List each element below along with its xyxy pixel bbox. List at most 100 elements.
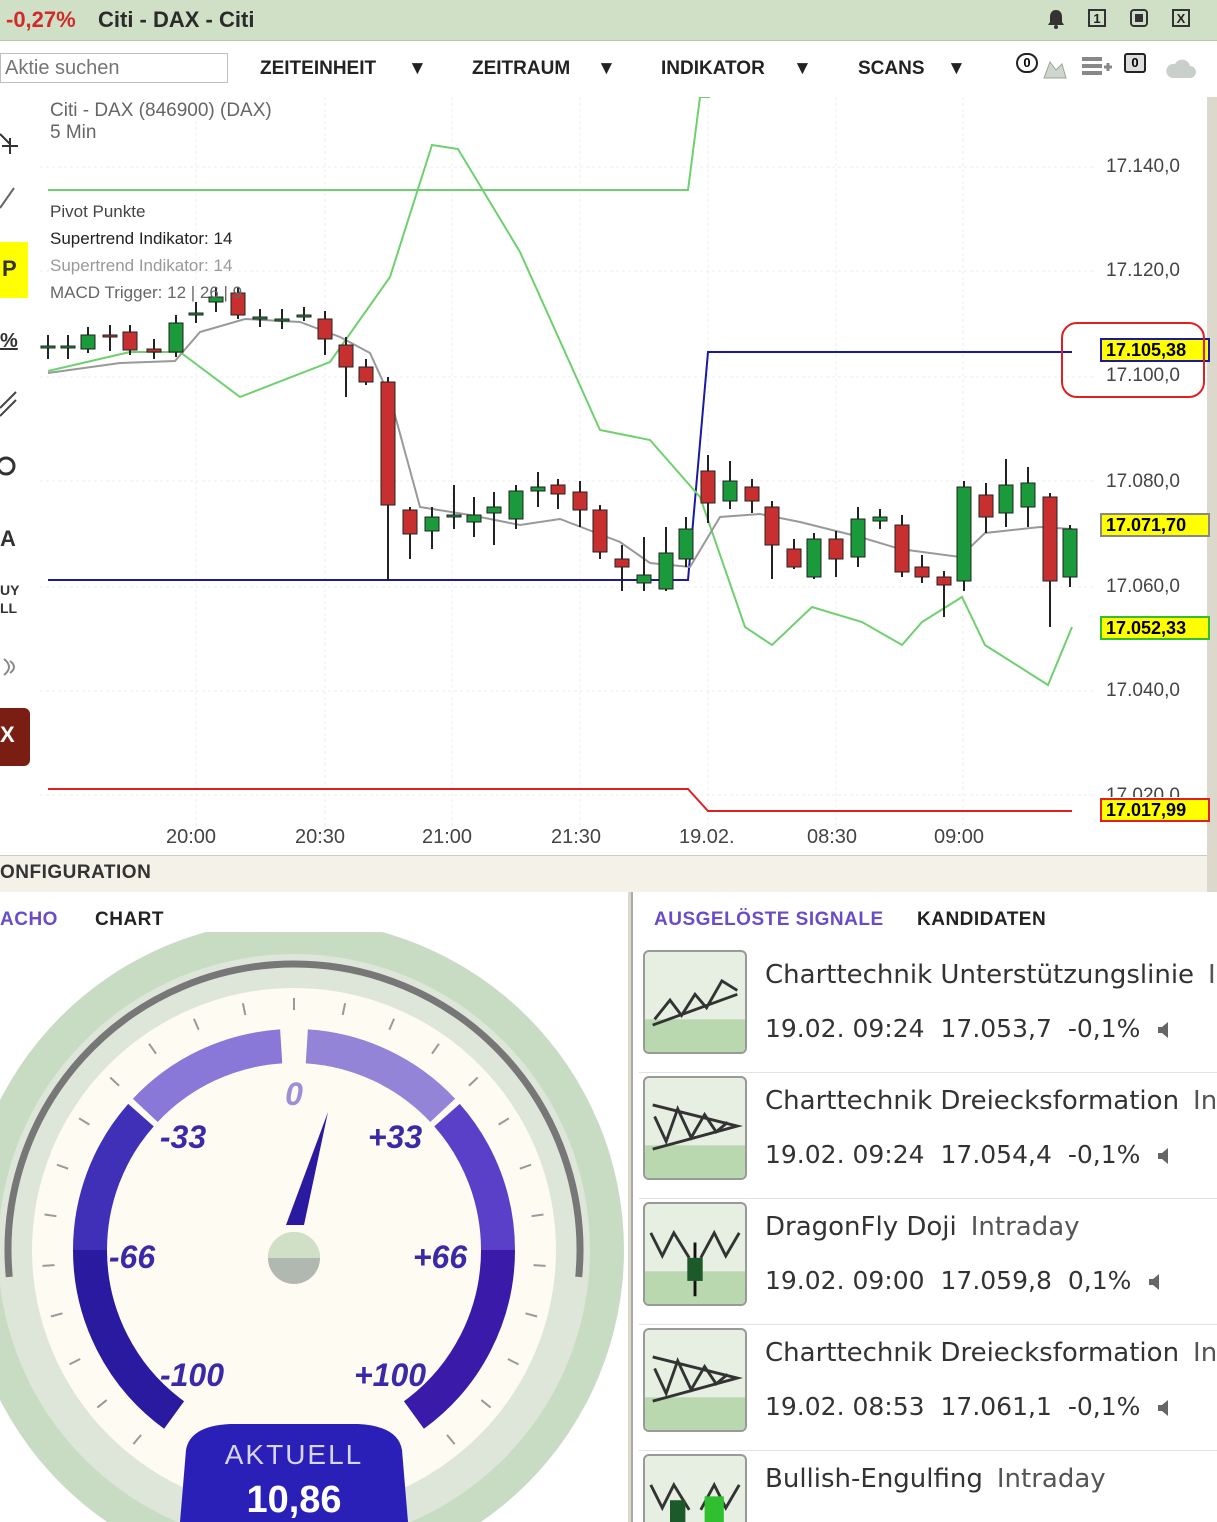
watchlist-icon[interactable] — [1040, 56, 1068, 82]
window-title: Citi - DAX - Citi — [98, 7, 255, 32]
menu-indikator[interactable]: INDIKATOR — [661, 58, 765, 80]
support-line-pattern-icon — [643, 950, 747, 1054]
legend-pivot: Pivot Punkte — [50, 202, 146, 221]
signal-meta: 19.02. 09:24 17.053,7 -0,1% — [765, 1014, 1174, 1043]
chevron-down-icon[interactable]: ▼ — [597, 58, 616, 80]
signal-type: Intraday — [996, 1464, 1106, 1494]
candle-body — [122, 331, 138, 351]
signal-title: DragonFly Doji Intraday — [765, 1212, 1080, 1242]
y-tick: 17.140,0 — [1106, 156, 1180, 177]
cloud-icon[interactable] — [1164, 58, 1196, 80]
menu-zeiteinheit[interactable]: ZEITEINHEIT — [260, 58, 376, 80]
supertrend-price-label: 17.052,33 — [1100, 616, 1210, 640]
signals-panel: AUSGELÖSTE SIGNALE KANDIDATEN Charttechn… — [631, 892, 1217, 1522]
buy-tool[interactable]: UY — [0, 582, 19, 598]
alarm-bell-icon[interactable] — [1045, 8, 1067, 30]
candle-body — [998, 484, 1014, 514]
candle-body — [146, 348, 162, 353]
candle-body — [636, 574, 652, 584]
candle-body — [40, 345, 56, 349]
minimize-button[interactable]: 1 — [1088, 9, 1106, 27]
pivot-tool-button[interactable]: P — [0, 242, 28, 298]
sound-icon[interactable] — [0, 654, 20, 680]
line-tool-icon[interactable] — [0, 186, 16, 210]
price-chart[interactable] — [0, 97, 1207, 855]
add-list-icon[interactable] — [1080, 53, 1112, 81]
gauge-tick — [533, 1264, 546, 1267]
candle-body — [1062, 528, 1078, 578]
chevron-down-icon[interactable]: ▼ — [408, 58, 427, 80]
configuration-bar[interactable]: ONFIGURATION — [0, 855, 1207, 892]
delete-tool-button[interactable]: X — [0, 708, 30, 766]
signal-item[interactable]: DragonFly Doji Intraday 19.02. 09:00 17.059… — [639, 1198, 1217, 1325]
signal-meta: 19.02. 09:24 17.054,4 -0,1% — [765, 1140, 1174, 1169]
signal-title: Bullish-Engulfing Intraday — [765, 1464, 1106, 1494]
sell-tool[interactable]: LL — [0, 600, 17, 616]
price-change: -0,27% — [6, 7, 76, 32]
signal-name: Bullish-Engulfing — [765, 1464, 983, 1494]
x-tick: 09:00 — [934, 826, 985, 848]
speaker-icon[interactable] — [1147, 1272, 1165, 1292]
candle-body — [380, 381, 396, 506]
sentiment-gauge: 0 -33 +33 -66 +66 -100 +100 AKTUELL 10,86 — [0, 932, 628, 1522]
tab-candidates[interactable]: KANDIDATEN — [917, 909, 1046, 931]
parallel-lines-icon[interactable] — [0, 388, 18, 418]
candle-body — [274, 318, 290, 322]
signal-type: In — [1208, 960, 1217, 990]
signal-price: 17.054,4 — [940, 1140, 1052, 1169]
alarm-count-badge[interactable]: 0 — [1016, 53, 1038, 73]
tab-tacho[interactable]: ACHO — [0, 909, 58, 931]
signal-item[interactable]: Bullish-Engulfing Intraday — [639, 1450, 1217, 1522]
candle-body — [894, 524, 910, 573]
speaker-icon[interactable] — [1156, 1398, 1174, 1418]
percent-tool[interactable]: % — [0, 330, 18, 353]
candle-body — [806, 538, 822, 578]
menu-zeitraum[interactable]: ZEITRAUM — [472, 58, 570, 80]
candle-body — [1020, 482, 1036, 508]
candle-body — [80, 334, 96, 350]
candle-body — [358, 366, 374, 383]
candle-body — [592, 509, 608, 553]
signal-date: 19.02. 09:24 — [765, 1140, 925, 1169]
signal-change: -0,1% — [1067, 1014, 1141, 1043]
menu-scans[interactable]: SCANS — [858, 58, 925, 80]
candle-body — [1042, 496, 1058, 582]
close-button[interactable]: X — [1172, 9, 1190, 27]
tab-chart[interactable]: CHART — [95, 909, 164, 931]
signal-price: 17.059,8 — [940, 1266, 1052, 1295]
candle-body — [102, 334, 118, 338]
signal-name: Charttechnik Unterstützungslinie — [765, 960, 1195, 990]
chevron-down-icon[interactable]: ▼ — [793, 58, 812, 80]
folder-count-badge[interactable]: 0 — [1124, 53, 1146, 73]
configuration-label: ONFIGURATION — [0, 862, 152, 883]
search-input[interactable] — [0, 53, 228, 83]
candle-body — [936, 576, 952, 586]
speaker-icon[interactable] — [1156, 1020, 1174, 1040]
candle-body — [614, 558, 630, 568]
signal-change: -0,1% — [1067, 1140, 1141, 1169]
text-tool[interactable]: A — [0, 526, 16, 552]
maximize-button[interactable] — [1130, 9, 1148, 27]
speaker-icon[interactable] — [1156, 1146, 1174, 1166]
gauge-scale-label: -100 — [160, 1357, 224, 1393]
chart-panel[interactable] — [0, 97, 1207, 855]
crosshair-icon[interactable] — [0, 128, 20, 156]
signal-item[interactable]: Charttechnik Dreiecksformation Int 19.02. … — [639, 1324, 1217, 1451]
chart-instrument-name: Citi - DAX (846900) (DAX) — [50, 100, 272, 121]
signal-item[interactable]: Charttechnik Dreiecksformation Int 19.02. … — [639, 1072, 1217, 1199]
signal-item[interactable]: Charttechnik Unterstützungslinie In 19.02.… — [639, 946, 1217, 1073]
legend-supertrend-2: Supertrend Indikator: 14 — [50, 256, 233, 275]
chevron-down-icon[interactable]: ▼ — [947, 58, 966, 80]
signal-title: Charttechnik Dreiecksformation Int — [765, 1338, 1217, 1368]
signal-price: 17.053,7 — [940, 1014, 1052, 1043]
gauge-scale-label: +100 — [354, 1357, 426, 1393]
gauge-scale-label: +33 — [368, 1119, 422, 1155]
circle-tool-icon[interactable] — [0, 454, 18, 478]
signal-date: 19.02. 09:00 — [765, 1266, 925, 1295]
chart-interval: 5 Min — [50, 122, 97, 143]
candle-body — [486, 506, 502, 514]
tab-triggered-signals[interactable]: AUSGELÖSTE SIGNALE — [654, 909, 884, 931]
x-tick: 21:30 — [551, 826, 602, 848]
y-tick: 17.020,0 — [1106, 785, 1180, 797]
candle-body — [530, 486, 546, 492]
